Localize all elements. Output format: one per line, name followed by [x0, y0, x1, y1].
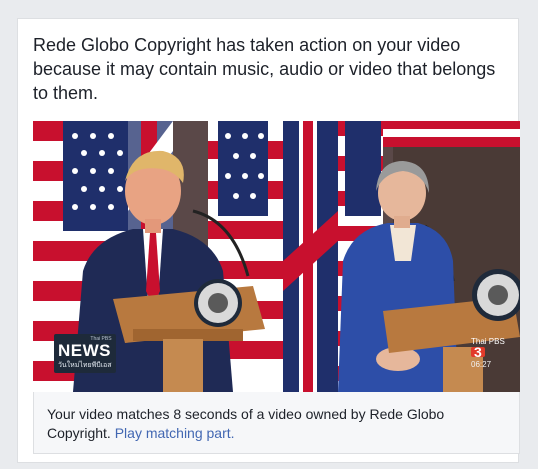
news-logo-subtitle: วันใหม่ไทยพีบีเอส: [58, 362, 112, 369]
video-thumbnail[interactable]: Thai PBS NEWS วันใหม่ไทยพีบีเอส Thai PBS…: [33, 121, 520, 392]
match-description: Your video matches 8 seconds of a video …: [47, 406, 445, 441]
copyright-message: Rede Globo Copyright has taken action on…: [33, 35, 496, 103]
copyright-notice-card: Rede Globo Copyright has taken action on…: [17, 18, 520, 463]
uk-flag-center: [283, 121, 338, 392]
news-logo-text: NEWS: [58, 341, 111, 360]
match-caption: Your video matches 8 seconds of a video …: [33, 392, 520, 454]
broadcaster-bug: Thai PBS 3 06:27: [471, 337, 520, 370]
play-matching-part-link[interactable]: Play matching part.: [115, 425, 235, 441]
broadcast-time: 06:27: [471, 360, 492, 370]
news-channel-logo: Thai PBS NEWS วันใหม่ไทยพีบีเอส: [54, 334, 116, 373]
channel-number: 3: [471, 345, 485, 359]
